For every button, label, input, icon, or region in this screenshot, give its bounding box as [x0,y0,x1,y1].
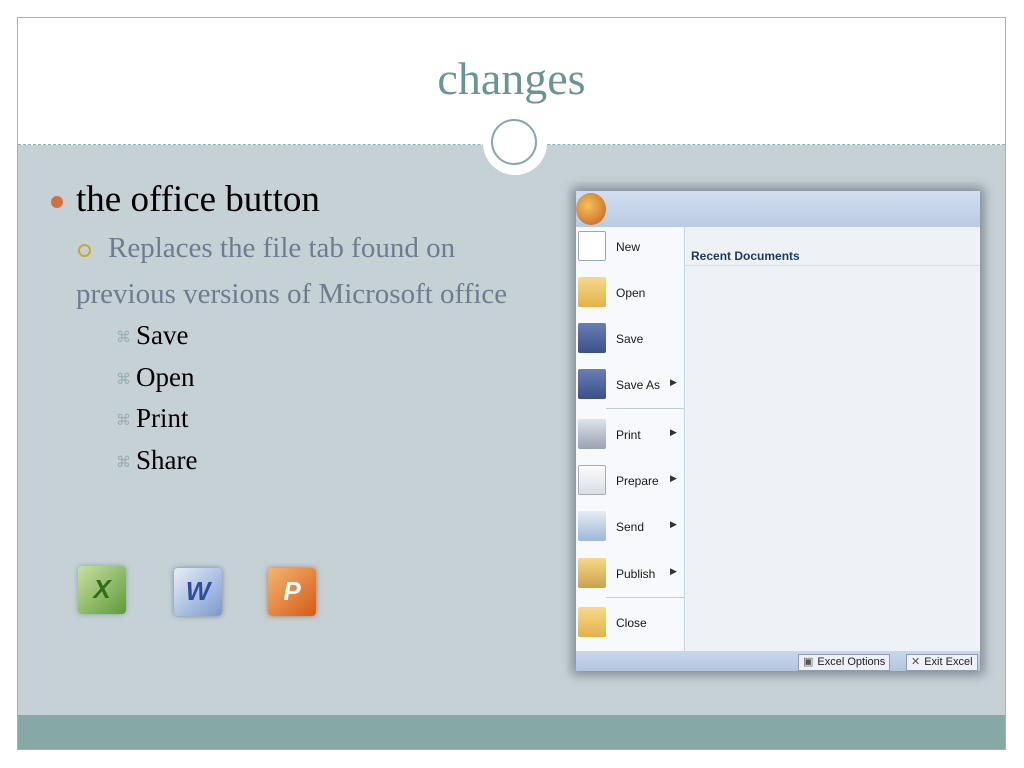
prepare-icon [578,465,606,495]
menu-item-open[interactable]: Open [576,273,684,313]
menu-item-publish[interactable]: Publish ▶ [576,554,684,594]
office-menu-commands: New Open Save Save As ▶ Print ▶ Prepare ▶ S… [576,227,685,651]
list-item-label: Print [136,403,189,433]
slide: changes the office button Replaces the f… [17,17,1006,750]
sub-bullet-marker: ⌘ [116,413,131,430]
exit-icon: ✕ [911,656,921,668]
menu-separator [606,597,684,598]
menu-item-prepare[interactable]: Prepare ▶ [576,461,684,501]
office-menu-footer: ▣ Excel Options ✕ Exit Excel [576,651,980,671]
menu-item-new[interactable]: New [576,227,684,267]
slide-footer-bar [18,715,1005,749]
excel-icon: X [78,566,126,614]
word-icon: W [174,568,222,616]
list-item-save: ⌘ Save [116,320,188,351]
submenu-arrow-icon: ▶ [670,473,677,483]
submenu-arrow-icon: ▶ [670,377,677,387]
recent-documents-divider [685,265,980,266]
exit-excel-button[interactable]: ✕ Exit Excel [906,654,978,671]
menu-item-close[interactable]: Close [576,603,684,643]
list-item-share: ⌘ Share [116,445,197,476]
ribbon-top [576,191,980,227]
publish-icon [578,558,606,588]
menu-separator [606,408,684,409]
sub-bullet-marker: ⌘ [116,330,131,347]
send-icon [578,511,606,541]
sub-bullet-marker: ⌘ [116,372,131,389]
list-item-print: ⌘ Print [116,403,189,434]
title-divider-ring [491,119,537,165]
close-icon [578,607,606,637]
sub-bullet-ring [78,244,91,257]
powerpoint-icon: P [268,568,316,616]
office-menu-screenshot: New Open Save Save As ▶ Print ▶ Prepare ▶ S… [576,191,980,671]
bullet-sub-line1: Replaces the file tab found on [108,232,456,264]
open-folder-icon [578,277,606,307]
list-item-label: Save [136,320,189,350]
submenu-arrow-icon: ▶ [670,566,677,576]
slide-title: changes [437,53,586,104]
options-icon: ▣ [803,656,814,668]
excel-options-button[interactable]: ▣ Excel Options [798,654,891,671]
recent-documents-pane: Recent Documents [685,227,980,651]
recent-documents-title: Recent Documents [691,249,800,263]
sub-bullet-marker: ⌘ [116,455,131,472]
submenu-arrow-icon: ▶ [670,427,677,437]
bullet-sub-line2: previous versions of Microsoft office [76,278,508,310]
new-document-icon [578,231,606,261]
bullet-main: the office button [76,179,320,220]
menu-item-print[interactable]: Print ▶ [576,415,684,455]
list-item-label: Share [136,445,198,475]
bullet-dot [51,196,63,208]
save-icon [578,323,606,353]
list-item-open: ⌘ Open [116,362,194,393]
print-icon [578,419,606,449]
menu-item-send[interactable]: Send ▶ [576,507,684,547]
save-as-icon [578,369,606,399]
office-button-icon[interactable] [576,193,606,225]
menu-item-save[interactable]: Save [576,319,684,359]
list-item-label: Open [136,362,195,392]
submenu-arrow-icon: ▶ [670,519,677,529]
menu-item-save-as[interactable]: Save As ▶ [576,365,684,405]
